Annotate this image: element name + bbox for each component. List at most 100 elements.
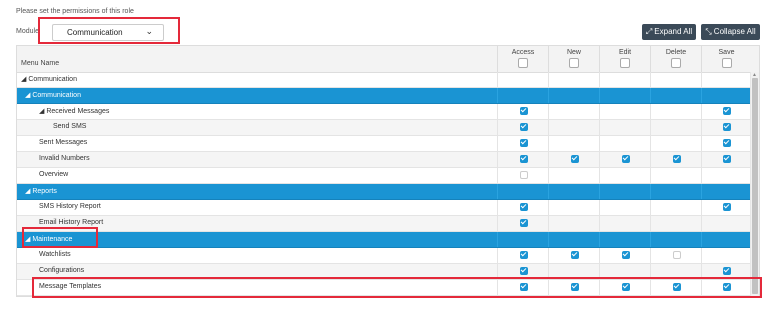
save-checkbox[interactable]	[723, 203, 731, 211]
edit-cell	[599, 120, 650, 135]
save-cell	[701, 152, 751, 167]
save-cell	[701, 248, 751, 263]
collapse-all-button[interactable]: ⤡ Collapse All	[701, 24, 760, 40]
header-delete: Delete	[650, 46, 701, 72]
access-checkbox[interactable]	[520, 155, 528, 163]
access-cell	[497, 168, 548, 183]
access-checkbox[interactable]	[520, 107, 528, 115]
new-checkbox[interactable]	[571, 155, 579, 163]
table-row: Sent Messages	[17, 136, 751, 152]
new-cell	[548, 136, 599, 151]
new-cell	[548, 200, 599, 215]
header-new: New	[548, 46, 599, 72]
group-row[interactable]: ◢ Maintenance	[17, 232, 751, 248]
table-row: SMS History Report	[17, 200, 751, 216]
edit-cell	[599, 184, 650, 199]
access-checkbox[interactable]	[520, 123, 528, 131]
save-cell	[701, 168, 751, 183]
edit-cell	[599, 72, 650, 87]
header-access-label: Access	[511, 49, 535, 56]
save-checkbox[interactable]	[723, 155, 731, 163]
header-menu-name: Menu Name	[21, 60, 60, 67]
new-checkbox[interactable]	[571, 251, 579, 259]
collapse-all-label: Collapse All	[713, 27, 756, 36]
instructions-text: Please set the permissions of this role	[16, 8, 134, 15]
delete-cell	[650, 248, 701, 263]
save-cell	[701, 104, 751, 119]
header-new-label: New	[566, 49, 581, 56]
menu-name: Send SMS	[53, 123, 87, 130]
save-cell	[701, 136, 751, 151]
save-checkbox[interactable]	[723, 123, 731, 131]
expand-all-label: Expand All	[654, 27, 693, 36]
expand-all-button[interactable]: ⤢ Expand All	[642, 24, 696, 40]
table-row: Overview	[17, 168, 751, 184]
menu-name: ◢ Reports	[25, 188, 57, 195]
select-all-new-checkbox[interactable]	[569, 58, 579, 68]
grid-header: Menu Name Access New Edit Delete Save	[17, 46, 759, 73]
module-label: Module	[16, 28, 39, 35]
header-edit-label: Edit	[618, 49, 632, 56]
access-cell	[497, 72, 548, 87]
delete-cell	[650, 152, 701, 167]
access-cell	[497, 152, 548, 167]
menu-name: ◢ Communication	[21, 76, 77, 83]
edit-cell	[599, 168, 650, 183]
menu-name: Invalid Numbers	[39, 155, 90, 162]
vertical-scrollbar[interactable]: ▲	[750, 72, 759, 296]
delete-checkbox[interactable]	[673, 155, 681, 163]
table-row[interactable]: ◢ Communication	[17, 72, 751, 88]
delete-cell	[650, 216, 701, 231]
group-row[interactable]: ◢ Reports	[17, 184, 751, 200]
edit-cell	[599, 136, 650, 151]
select-all-delete-checkbox[interactable]	[671, 58, 681, 68]
delete-cell	[650, 232, 701, 247]
new-cell	[548, 104, 599, 119]
save-cell	[701, 232, 751, 247]
access-cell	[497, 232, 548, 247]
save-checkbox[interactable]	[723, 267, 731, 275]
scrollbar-thumb[interactable]	[752, 78, 758, 294]
maintenance-highlight-box	[22, 227, 98, 248]
save-cell	[701, 200, 751, 215]
access-checkbox[interactable]	[520, 251, 528, 259]
new-cell	[548, 88, 599, 103]
delete-cell	[650, 104, 701, 119]
select-all-edit-checkbox[interactable]	[620, 58, 630, 68]
delete-cell	[650, 136, 701, 151]
table-row: Watchlists	[17, 248, 751, 264]
access-checkbox[interactable]	[520, 219, 528, 227]
expand-icon: ⤢	[645, 27, 653, 36]
edit-checkbox[interactable]	[622, 155, 630, 163]
save-checkbox[interactable]	[723, 139, 731, 147]
table-row[interactable]: ◢ Received Messages	[17, 104, 751, 120]
edit-cell	[599, 248, 650, 263]
edit-cell	[599, 88, 650, 103]
access-checkbox[interactable]	[520, 171, 528, 179]
edit-cell	[599, 200, 650, 215]
select-all-save-checkbox[interactable]	[721, 58, 732, 68]
menu-name: Watchlists	[39, 251, 71, 258]
grid-rows: ◢ Communication ◢ Communication ◢ Received…	[17, 72, 751, 296]
table-row: Invalid Numbers	[17, 152, 751, 168]
save-cell	[701, 216, 751, 231]
access-checkbox[interactable]	[520, 203, 528, 211]
access-cell	[497, 136, 548, 151]
permissions-grid: Menu Name Access New Edit Delete Save ◢ …	[16, 45, 760, 297]
edit-cell	[599, 216, 650, 231]
access-checkbox[interactable]	[520, 139, 528, 147]
group-row[interactable]: ◢ Communication	[17, 88, 751, 104]
menu-name: SMS History Report	[39, 203, 101, 210]
menu-name: ◢ Communication	[25, 92, 81, 99]
access-checkbox[interactable]	[520, 267, 528, 275]
new-cell	[548, 152, 599, 167]
new-cell	[548, 120, 599, 135]
delete-checkbox[interactable]	[673, 251, 681, 259]
access-cell	[497, 200, 548, 215]
edit-checkbox[interactable]	[622, 251, 630, 259]
menu-name: Sent Messages	[39, 139, 88, 146]
select-all-access-checkbox[interactable]	[518, 58, 528, 68]
save-cell	[701, 72, 751, 87]
save-checkbox[interactable]	[723, 107, 731, 115]
menu-name: Configurations	[39, 267, 85, 274]
